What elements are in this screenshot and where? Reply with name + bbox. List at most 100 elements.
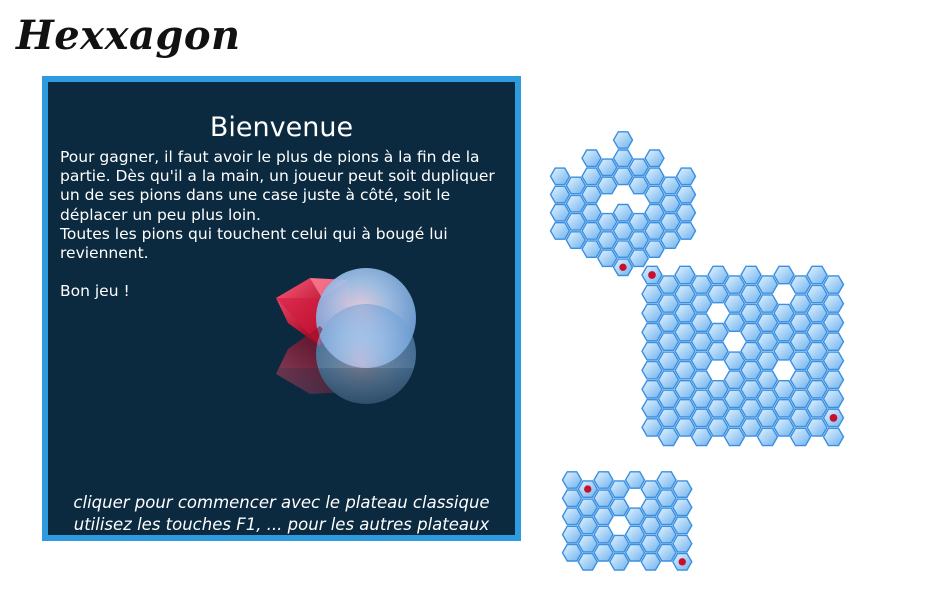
hex-cell: [659, 194, 681, 213]
hex-cell: [671, 498, 693, 517]
hex-cell: [641, 360, 663, 380]
hex-cell: [675, 167, 697, 186]
hex-cell: [806, 284, 828, 304]
hex-cell: [624, 507, 646, 526]
hex-cell: [657, 351, 680, 371]
hex-cell: [657, 332, 680, 351]
hex-cell: [628, 176, 650, 195]
hex-cell: [641, 341, 663, 361]
hex-cell: [612, 203, 634, 222]
hex-cell: [773, 265, 795, 285]
hex-cell: [561, 507, 583, 526]
hex-cell: [674, 303, 696, 323]
hex-cell: [640, 552, 662, 571]
hex-cell: [659, 231, 681, 250]
hex-cell: [628, 231, 650, 250]
hex-cell: [822, 275, 845, 294]
welcome-panel[interactable]: Bienvenue Pour gagner, il faut avoir le …: [42, 76, 521, 541]
hex-cell: [756, 275, 779, 294]
hex-cell: [789, 408, 812, 428]
hex-cell: [671, 516, 693, 535]
hex-cell: [674, 322, 696, 342]
hex-cell: [756, 351, 779, 371]
hex-cell: [641, 399, 663, 418]
hex-cell: [577, 498, 599, 517]
hex-cell: [675, 221, 697, 240]
hex-cell: [641, 322, 663, 342]
hex-cell: [581, 167, 602, 186]
hex-cell: [612, 167, 634, 186]
hex-cell: [593, 507, 614, 526]
ruby-piece-icon: [584, 485, 592, 493]
hex-cell: [561, 471, 583, 489]
hex-cell: [596, 249, 618, 268]
hex-cell: [806, 265, 828, 285]
welcome-heading: Bienvenue: [209, 112, 354, 143]
hex-cell: [806, 380, 828, 399]
hex-cell: [628, 249, 650, 268]
hex-cell: [581, 149, 602, 168]
hex-cell: [640, 516, 662, 535]
hex-cell: [723, 427, 746, 447]
hex-cell: [822, 370, 845, 390]
hex-cell: [641, 380, 663, 399]
hex-cell: [641, 418, 663, 437]
hex-cell: [690, 351, 713, 371]
hex-cell: [674, 341, 696, 361]
hex-cell: [644, 185, 665, 204]
hex-cell: [773, 303, 795, 323]
hex-cell: [789, 275, 812, 294]
hex-cell: [707, 418, 729, 437]
hex-cell: [581, 185, 602, 204]
hex-cell: [596, 158, 618, 177]
hex-cell: [674, 418, 696, 437]
hex-cell: [656, 525, 677, 544]
game-title: Hexxagon: [16, 12, 241, 59]
start-hint-text: cliquer pour commencer avec le plateau c…: [73, 493, 490, 512]
hex-cell: [789, 427, 812, 447]
hex-cell: [608, 552, 630, 571]
hex-cell: [822, 294, 845, 313]
hex-cell: [789, 294, 812, 313]
hex-cell: [675, 185, 697, 204]
hex-cell: [640, 498, 662, 517]
hex-cell: [659, 176, 681, 195]
hex-cell: [740, 360, 762, 380]
hex-cell: [657, 389, 680, 409]
hex-cell: [671, 480, 693, 498]
hex-cell: [644, 167, 665, 186]
hex-cell: [756, 427, 779, 447]
hex-cell: [690, 294, 713, 313]
rules-paragraph-2: Toutes les pions qui touchent celui qui …: [60, 224, 448, 263]
hex-cell: [806, 418, 828, 437]
hex-cell: [593, 489, 614, 508]
hex-cell: [596, 231, 618, 250]
ruby-and-pearl-illustration: [270, 268, 430, 458]
hex-cell: [789, 389, 812, 409]
hex-cell: [641, 303, 663, 323]
hex-cell: [789, 351, 812, 371]
hex-cell: [593, 543, 614, 562]
hex-cell: [608, 480, 630, 498]
rules-paragraph-1: Pour gagner, il faut avoir le plus de pi…: [60, 148, 495, 224]
hex-cell: [806, 360, 828, 380]
hex-cell: [756, 332, 779, 351]
hex-cell: [690, 408, 713, 428]
hex-cell: [593, 525, 614, 544]
hex-cell: [822, 313, 845, 333]
hex-cell: [644, 221, 665, 240]
hex-cell: [624, 525, 646, 544]
hex-cell: [549, 167, 571, 186]
hex-cell: [656, 471, 677, 489]
hex-cell: [657, 427, 680, 447]
hex-cell: [690, 427, 713, 447]
hex-cell: [549, 221, 571, 240]
hex-cell: [659, 212, 681, 231]
hex-cell: [690, 313, 713, 333]
hex-cell: [740, 418, 762, 437]
hex-cell: [561, 543, 583, 562]
hex-cell: [740, 399, 762, 418]
hex-cell: [707, 322, 729, 342]
hex-cell: [723, 313, 746, 333]
hex-cell: [657, 408, 680, 428]
